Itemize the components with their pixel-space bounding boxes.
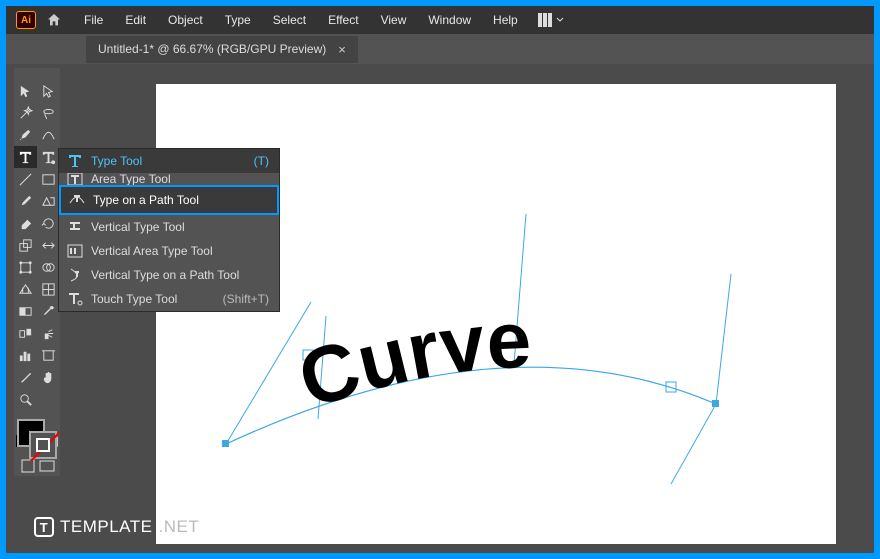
curvature-tool[interactable] (37, 124, 60, 146)
workspace-area: Curve (6, 64, 874, 553)
anchor-point-icon[interactable] (712, 400, 719, 407)
menu-view[interactable]: View (371, 9, 417, 31)
flyout-type-on-path-tool[interactable]: Type on a Path Tool (59, 185, 279, 215)
direct-selection-tool[interactable] (37, 80, 60, 102)
flyout-vertical-type-on-path-tool[interactable]: Vertical Type on a Path Tool (59, 263, 279, 287)
pen-tool[interactable] (14, 124, 37, 146)
bezier-handle-right-out[interactable] (671, 404, 716, 484)
lasso-tool[interactable] (37, 102, 60, 124)
workspace-switcher[interactable] (538, 13, 564, 27)
line-tool[interactable] (14, 168, 37, 190)
magic-wand-tool[interactable] (14, 102, 37, 124)
close-tab-icon[interactable]: × (338, 42, 346, 57)
artboard-tool[interactable] (37, 344, 60, 366)
menu-file[interactable]: File (74, 9, 113, 31)
rotate-tool[interactable] (37, 212, 60, 234)
menu-edit[interactable]: Edit (115, 9, 156, 31)
menu-object[interactable]: Object (158, 9, 213, 31)
app-window: Ai File Edit Object Type Select Effect V… (6, 6, 874, 553)
mesh-tool[interactable] (37, 278, 60, 300)
bezier-handle-left[interactable] (226, 302, 311, 444)
column-graph-tool[interactable] (14, 344, 37, 366)
paintbrush-tool[interactable] (14, 190, 37, 212)
shape-builder-tool[interactable] (37, 256, 60, 278)
tool-placeholder (37, 388, 60, 410)
menu-window[interactable]: Window (418, 9, 481, 31)
slice-tool[interactable] (14, 366, 37, 388)
menu-type[interactable]: Type (215, 9, 261, 31)
bezier-handle-right-in[interactable] (716, 274, 731, 404)
stroke-swatch[interactable] (29, 431, 57, 459)
flyout-vertical-type-tool[interactable]: Vertical Type Tool (59, 215, 279, 239)
color-swatches[interactable] (14, 416, 60, 476)
flyout-type-tool[interactable]: Type Tool (T) (59, 149, 279, 173)
perspective-grid-tool[interactable] (14, 278, 37, 300)
eraser-tool[interactable] (14, 212, 37, 234)
curved-text[interactable]: Curve (288, 295, 533, 425)
anchor-point-icon[interactable] (222, 440, 229, 447)
menu-bar: Ai File Edit Object Type Select Effect V… (6, 6, 874, 34)
watermark-icon: T (34, 517, 54, 537)
symbol-sprayer-tool[interactable] (37, 322, 60, 344)
menu-help[interactable]: Help (483, 9, 528, 31)
rectangle-tool[interactable] (37, 168, 60, 190)
flyout-vertical-area-type-tool[interactable]: Vertical Area Type Tool (59, 239, 279, 263)
flyout-touch-type-tool[interactable]: Touch Type Tool (Shift+T) (59, 287, 279, 311)
free-transform-tool[interactable] (14, 256, 37, 278)
eyedropper-tool[interactable] (37, 300, 60, 322)
menu-select[interactable]: Select (263, 9, 316, 31)
type-tool[interactable] (14, 146, 37, 168)
scale-tool[interactable] (14, 234, 37, 256)
type-tool-flyout: Type Tool (T) Area Type Tool Type on a P… (58, 148, 280, 312)
tools-panel (14, 70, 60, 476)
document-tab[interactable]: Untitled-1* @ 66.67% (RGB/GPU Preview) × (86, 36, 358, 63)
flyout-area-type-tool[interactable]: Area Type Tool (59, 173, 279, 185)
app-logo-icon[interactable]: Ai (16, 11, 36, 29)
hand-tool[interactable] (37, 366, 60, 388)
menu-effect[interactable]: Effect (318, 9, 368, 31)
chevron-down-icon (556, 16, 564, 24)
shaper-tool[interactable] (37, 190, 60, 212)
document-tab-label: Untitled-1* @ 66.67% (RGB/GPU Preview) (98, 42, 326, 56)
selection-tool[interactable] (14, 80, 37, 102)
home-icon[interactable] (46, 12, 62, 28)
touch-type-tool[interactable] (37, 146, 60, 168)
width-tool[interactable] (37, 234, 60, 256)
gradient-tool[interactable] (14, 300, 37, 322)
watermark: T TEMPLATE.NET (34, 517, 199, 537)
blend-tool[interactable] (14, 322, 37, 344)
zoom-tool[interactable] (14, 388, 37, 410)
document-tab-bar: Untitled-1* @ 66.67% (RGB/GPU Preview) × (6, 34, 874, 64)
